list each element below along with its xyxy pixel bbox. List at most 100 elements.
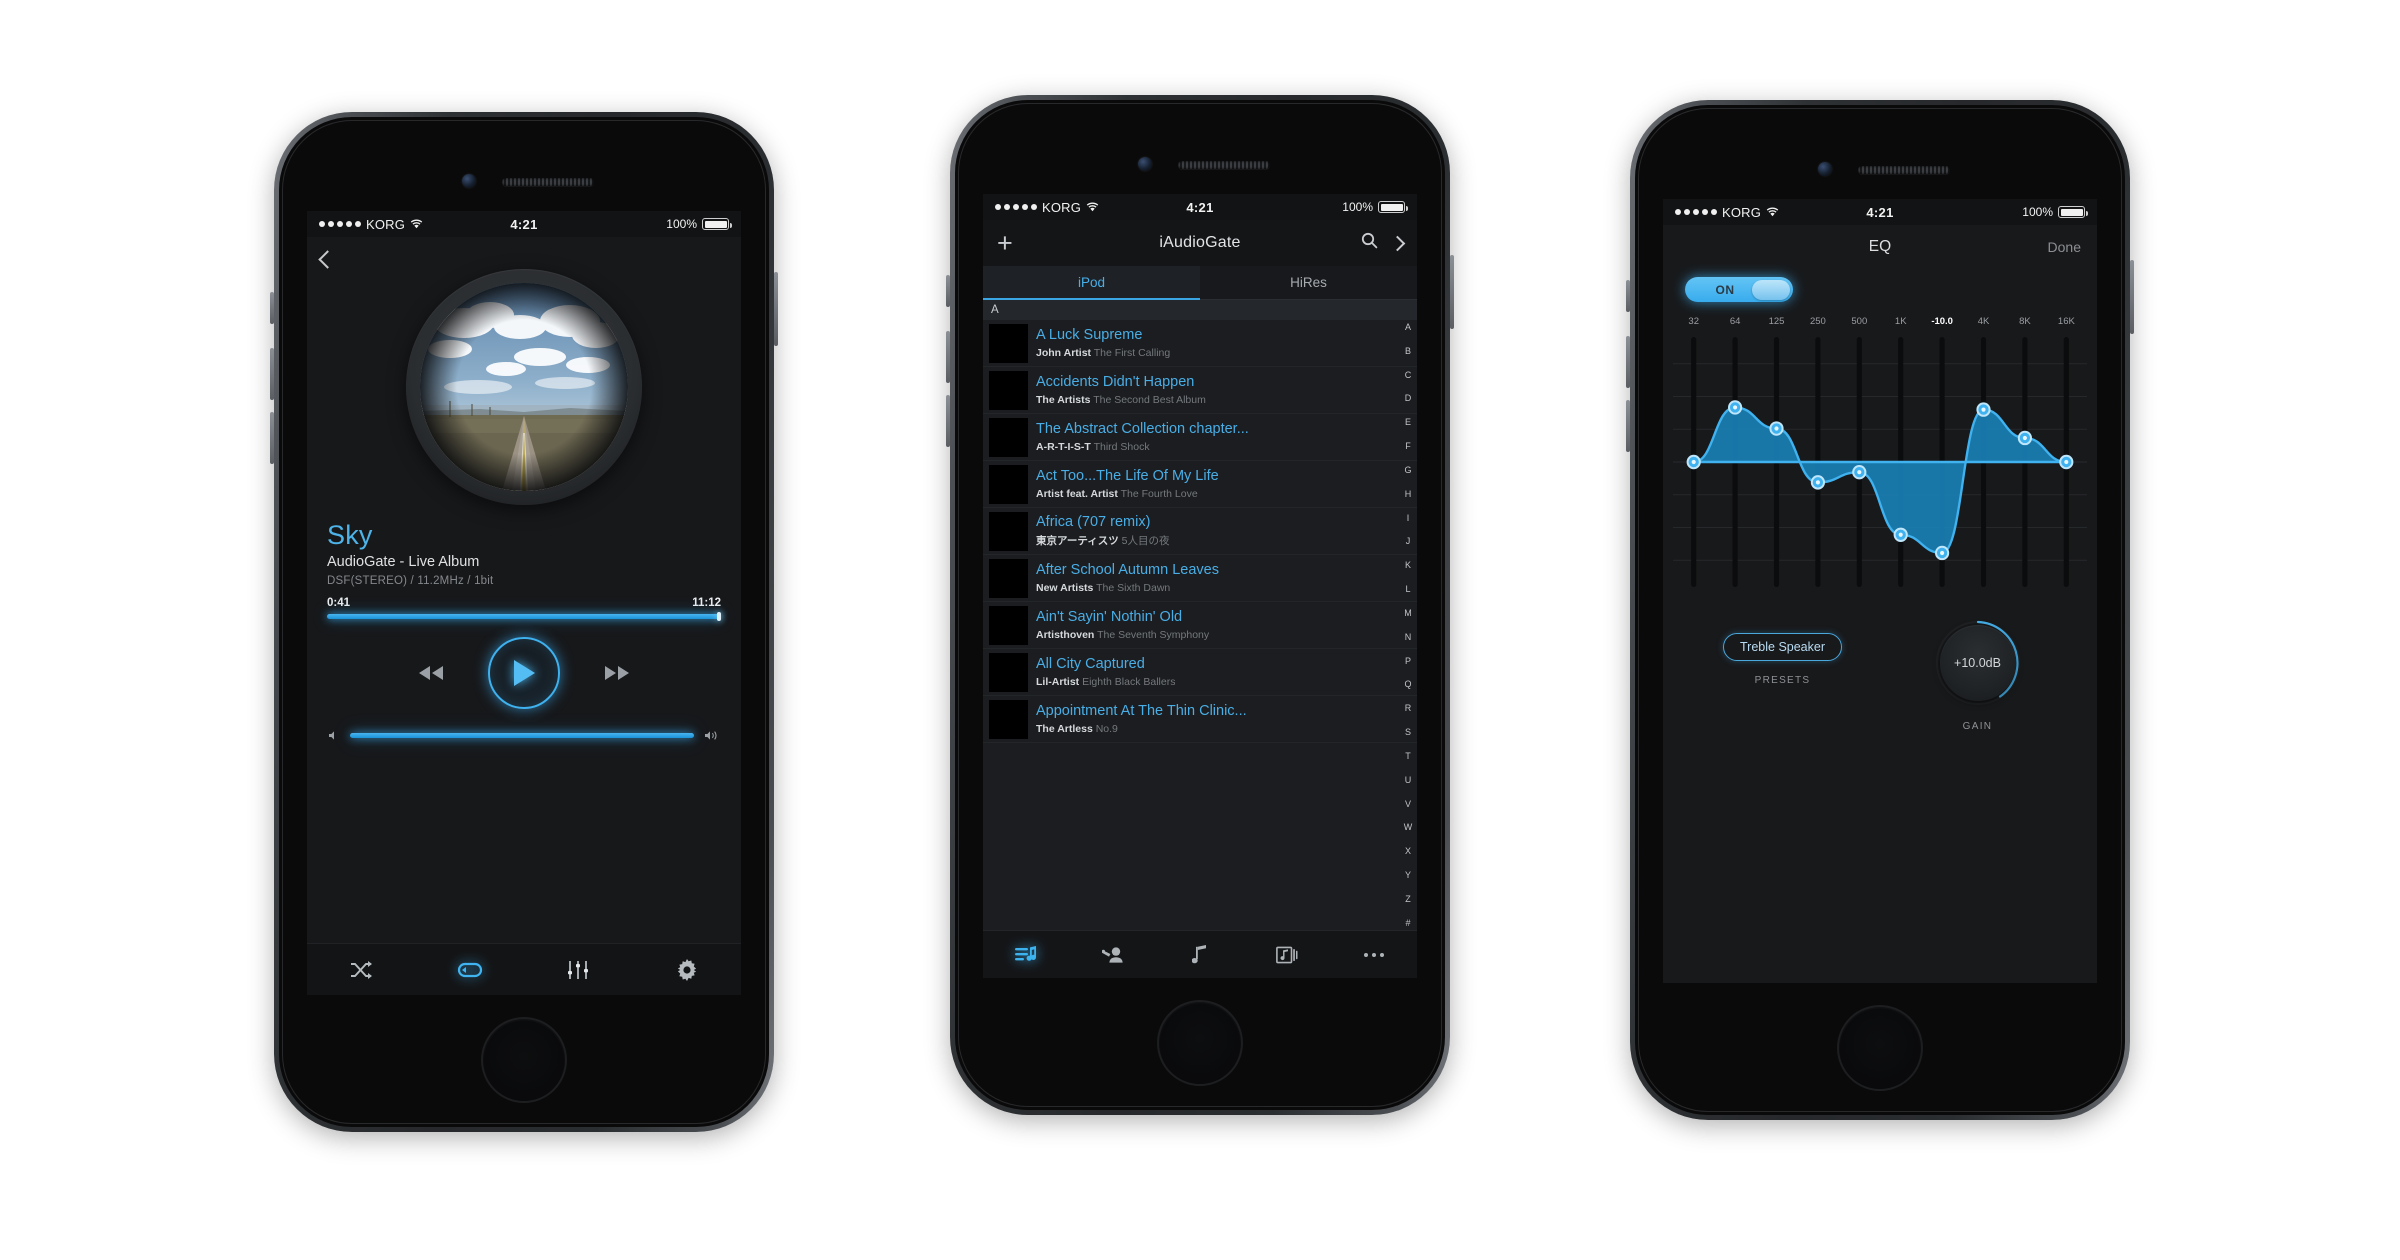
more-icon[interactable] (1330, 952, 1417, 957)
gear-icon[interactable] (633, 958, 742, 981)
volume-slider[interactable] (350, 733, 694, 739)
index-letter[interactable]: Y (1405, 870, 1411, 880)
preset-button[interactable]: Treble Speaker (1723, 633, 1842, 661)
index-letter[interactable]: S (1405, 727, 1411, 737)
index-letter[interactable]: E (1405, 417, 1411, 427)
index-letter[interactable]: V (1405, 799, 1411, 809)
gain-knob[interactable]: +10.0dB (1934, 619, 2022, 707)
index-letter[interactable]: U (1405, 775, 1412, 785)
table-row[interactable]: Ain't Sayin' Nothin' Old Artisthoven The … (983, 602, 1417, 649)
index-letter[interactable]: X (1405, 846, 1411, 856)
table-row[interactable]: Accidents Didn't Happen The Artists The S… (983, 367, 1417, 414)
eq-band-labels: 32 64 125 250 500 1K -10.0 4K 8K 16K (1663, 302, 2097, 331)
eq-band-2[interactable]: 125 (1756, 316, 1797, 327)
song-note-icon[interactable] (1157, 945, 1244, 964)
power-button[interactable] (1450, 255, 1454, 329)
home-button[interactable] (1837, 1005, 1923, 1091)
power-button[interactable] (774, 272, 778, 346)
progress-handle[interactable] (717, 612, 721, 622)
index-letter[interactable]: G (1404, 465, 1411, 475)
eq-band-8[interactable]: 8K (2004, 316, 2045, 327)
volume-up-button[interactable] (270, 348, 274, 400)
index-letter[interactable]: W (1404, 822, 1413, 832)
front-camera-icon (1138, 157, 1152, 171)
volume-down-button[interactable] (1626, 400, 1630, 452)
alphabet-index[interactable]: A B C D E F G H I J K L M N P Q R S T U V W X Y Z # (1401, 322, 1415, 928)
volume-down-button[interactable] (270, 412, 274, 464)
index-letter[interactable]: K (1405, 560, 1411, 570)
index-letter[interactable]: B (1405, 346, 1411, 356)
artist-icon[interactable] (1070, 946, 1157, 963)
plus-icon[interactable]: + (997, 229, 1013, 257)
index-letter[interactable]: P (1405, 656, 1411, 666)
power-button[interactable] (2130, 260, 2134, 334)
done-button[interactable]: Done (2048, 239, 2081, 255)
index-letter[interactable]: Q (1404, 679, 1411, 689)
index-letter[interactable]: Z (1405, 894, 1411, 904)
tab-hires[interactable]: HiRes (1200, 266, 1417, 300)
section-header: A (983, 300, 1417, 320)
progress-section: 0:41 11:12 (307, 587, 741, 622)
eq-handle-center-2 (1774, 426, 1779, 431)
track-list[interactable]: A Luck Supreme John Artist The First Call… (983, 320, 1417, 930)
eq-band-9[interactable]: 16K (2046, 316, 2087, 327)
earpiece-speaker (1858, 166, 1950, 174)
index-letter[interactable]: D (1405, 393, 1412, 403)
ring-switch[interactable] (1626, 280, 1630, 312)
index-letter[interactable]: A (1405, 322, 1411, 332)
table-row[interactable]: All City Captured Lil-Artist Eighth Black… (983, 649, 1417, 696)
chevron-left-icon[interactable] (318, 249, 337, 269)
shuffle-icon[interactable] (307, 960, 416, 979)
album-thumbnail (989, 464, 1028, 504)
table-row[interactable]: The Abstract Collection chapter... A-R-T-… (983, 414, 1417, 461)
table-row[interactable]: Act Too...The Life Of My Life Artist feat… (983, 461, 1417, 508)
eq-band-7[interactable]: 4K (1963, 316, 2004, 327)
home-button[interactable] (1157, 1000, 1243, 1086)
album-icon[interactable] (1243, 946, 1330, 964)
table-row[interactable]: Africa (707 remix) 東京アーティスツ 5人目の夜 (983, 508, 1417, 555)
index-letter[interactable]: L (1405, 584, 1410, 594)
volume-up-button[interactable] (1626, 336, 1630, 388)
eq-band-4[interactable]: 500 (1839, 316, 1880, 327)
ring-switch[interactable] (946, 275, 950, 307)
index-letter[interactable]: H (1405, 489, 1412, 499)
progress-slider[interactable] (327, 612, 721, 622)
volume-down-button[interactable] (946, 395, 950, 447)
search-icon[interactable] (1361, 232, 1378, 254)
home-button[interactable] (481, 1017, 567, 1103)
playlist-icon[interactable] (983, 945, 1070, 964)
eq-curve-graph[interactable] (1673, 331, 2087, 593)
eq-band-3[interactable]: 250 (1797, 316, 1838, 327)
volume-up-button[interactable] (946, 331, 950, 383)
index-letter[interactable]: J (1406, 536, 1411, 546)
table-row[interactable]: Appointment At The Thin Clinic... The Art… (983, 696, 1417, 743)
eq-band-6[interactable]: -10.0 (1921, 316, 1962, 327)
index-letter[interactable]: C (1405, 370, 1412, 380)
track-artist: New Artists (1036, 581, 1094, 594)
eq-band-0[interactable]: 32 (1673, 316, 1714, 327)
eq-power-toggle[interactable]: ON (1685, 277, 1793, 302)
fast-forward-icon[interactable] (600, 662, 634, 684)
equalizer-icon[interactable] (524, 960, 633, 980)
index-letter[interactable]: I (1407, 513, 1410, 523)
tab-ipod[interactable]: iPod (983, 266, 1200, 300)
eq-band-5[interactable]: 1K (1880, 316, 1921, 327)
status-bar: KORG 4:21 100% (307, 211, 741, 237)
index-letter[interactable]: F (1405, 441, 1411, 451)
index-letter[interactable]: R (1405, 703, 1412, 713)
index-letter[interactable]: T (1405, 751, 1411, 761)
index-letter[interactable]: N (1405, 632, 1412, 642)
index-letter[interactable]: M (1404, 608, 1412, 618)
index-letter[interactable]: # (1405, 918, 1410, 928)
source-tabs: iPod HiRes (983, 266, 1417, 300)
track-title: After School Autumn Leaves (1036, 562, 1219, 579)
eq-band-1[interactable]: 64 (1714, 316, 1755, 327)
table-row[interactable]: A Luck Supreme John Artist The First Call… (983, 320, 1417, 367)
album-thumbnail (989, 370, 1028, 410)
play-icon[interactable] (488, 637, 560, 710)
rewind-icon[interactable] (414, 662, 448, 684)
ring-switch[interactable] (270, 292, 274, 324)
chevron-right-icon[interactable] (1389, 235, 1406, 251)
table-row[interactable]: After School Autumn Leaves New Artists Th… (983, 555, 1417, 602)
repeat-icon[interactable] (416, 961, 525, 979)
